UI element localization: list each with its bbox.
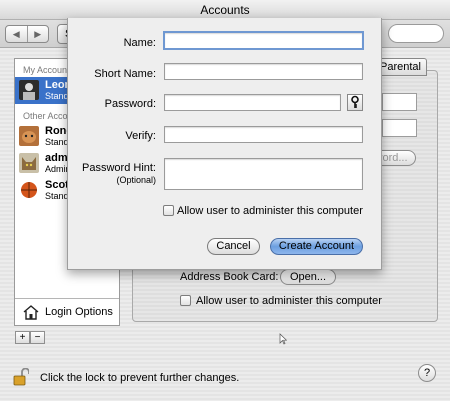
remove-account-button[interactable]: − bbox=[30, 331, 45, 344]
lock-open-icon[interactable] bbox=[13, 368, 29, 386]
search-field[interactable] bbox=[388, 24, 444, 43]
new-account-sheet: Name: Short Name: Password: Verify: Pass… bbox=[67, 18, 382, 270]
house-icon bbox=[23, 305, 39, 320]
avatar bbox=[19, 180, 39, 200]
accounts-window: Accounts ◀ ▶ Show All My Account Leonard… bbox=[0, 0, 450, 401]
back-button[interactable]: ◀ bbox=[6, 26, 27, 42]
forward-button[interactable]: ▶ bbox=[26, 26, 49, 42]
password-label: Password: bbox=[104, 98, 156, 110]
avatar bbox=[19, 153, 39, 173]
basketball-picture-icon bbox=[21, 182, 37, 198]
add-account-button[interactable]: + bbox=[15, 331, 30, 344]
dog-picture-icon bbox=[22, 131, 36, 143]
avatar bbox=[19, 126, 39, 146]
nav-buttons: ◀ ▶ bbox=[5, 25, 49, 43]
lock-message: Click the lock to prevent further change… bbox=[40, 372, 240, 384]
help-button[interactable]: ? bbox=[418, 364, 436, 382]
background-field bbox=[382, 119, 417, 137]
short-name-field[interactable] bbox=[164, 63, 363, 80]
key-icon bbox=[351, 95, 359, 108]
name-field[interactable] bbox=[163, 31, 364, 50]
password-hint-field[interactable] bbox=[164, 158, 363, 190]
short-name-label: Short Name: bbox=[94, 68, 156, 80]
background-field bbox=[382, 93, 417, 111]
title-bar: Accounts bbox=[0, 0, 450, 20]
verify-field[interactable] bbox=[164, 126, 363, 143]
password-assistant-button[interactable] bbox=[347, 94, 363, 111]
user-picture-icon bbox=[23, 83, 35, 100]
window-title: Accounts bbox=[200, 3, 250, 17]
cancel-button[interactable]: Cancel bbox=[207, 238, 260, 255]
password-field[interactable] bbox=[164, 94, 341, 111]
verify-label: Verify: bbox=[125, 130, 156, 142]
open-address-card-button[interactable]: Open... bbox=[280, 269, 336, 285]
admin-checkbox-background[interactable] bbox=[180, 295, 191, 306]
password-hint-optional-label: (Optional) bbox=[116, 175, 156, 185]
allow-admin-checkbox[interactable] bbox=[163, 205, 174, 216]
address-book-label: Address Book Card: bbox=[180, 271, 279, 283]
my-account-header: My Account bbox=[23, 65, 70, 75]
name-label: Name: bbox=[123, 37, 156, 49]
cat-picture-icon bbox=[22, 157, 36, 170]
login-options-label: Login Options bbox=[45, 306, 113, 318]
create-account-button[interactable]: Create Account bbox=[270, 238, 363, 255]
admin-checkbox-label-background: Allow user to administer this computer bbox=[196, 295, 382, 307]
mouse-cursor-icon bbox=[279, 333, 287, 345]
login-options-item[interactable]: Login Options bbox=[15, 298, 119, 325]
avatar bbox=[19, 80, 39, 100]
password-hint-label: Password Hint: bbox=[82, 162, 156, 174]
add-remove-buttons: + − bbox=[15, 331, 45, 344]
allow-admin-label: Allow user to administer this computer bbox=[177, 205, 363, 217]
